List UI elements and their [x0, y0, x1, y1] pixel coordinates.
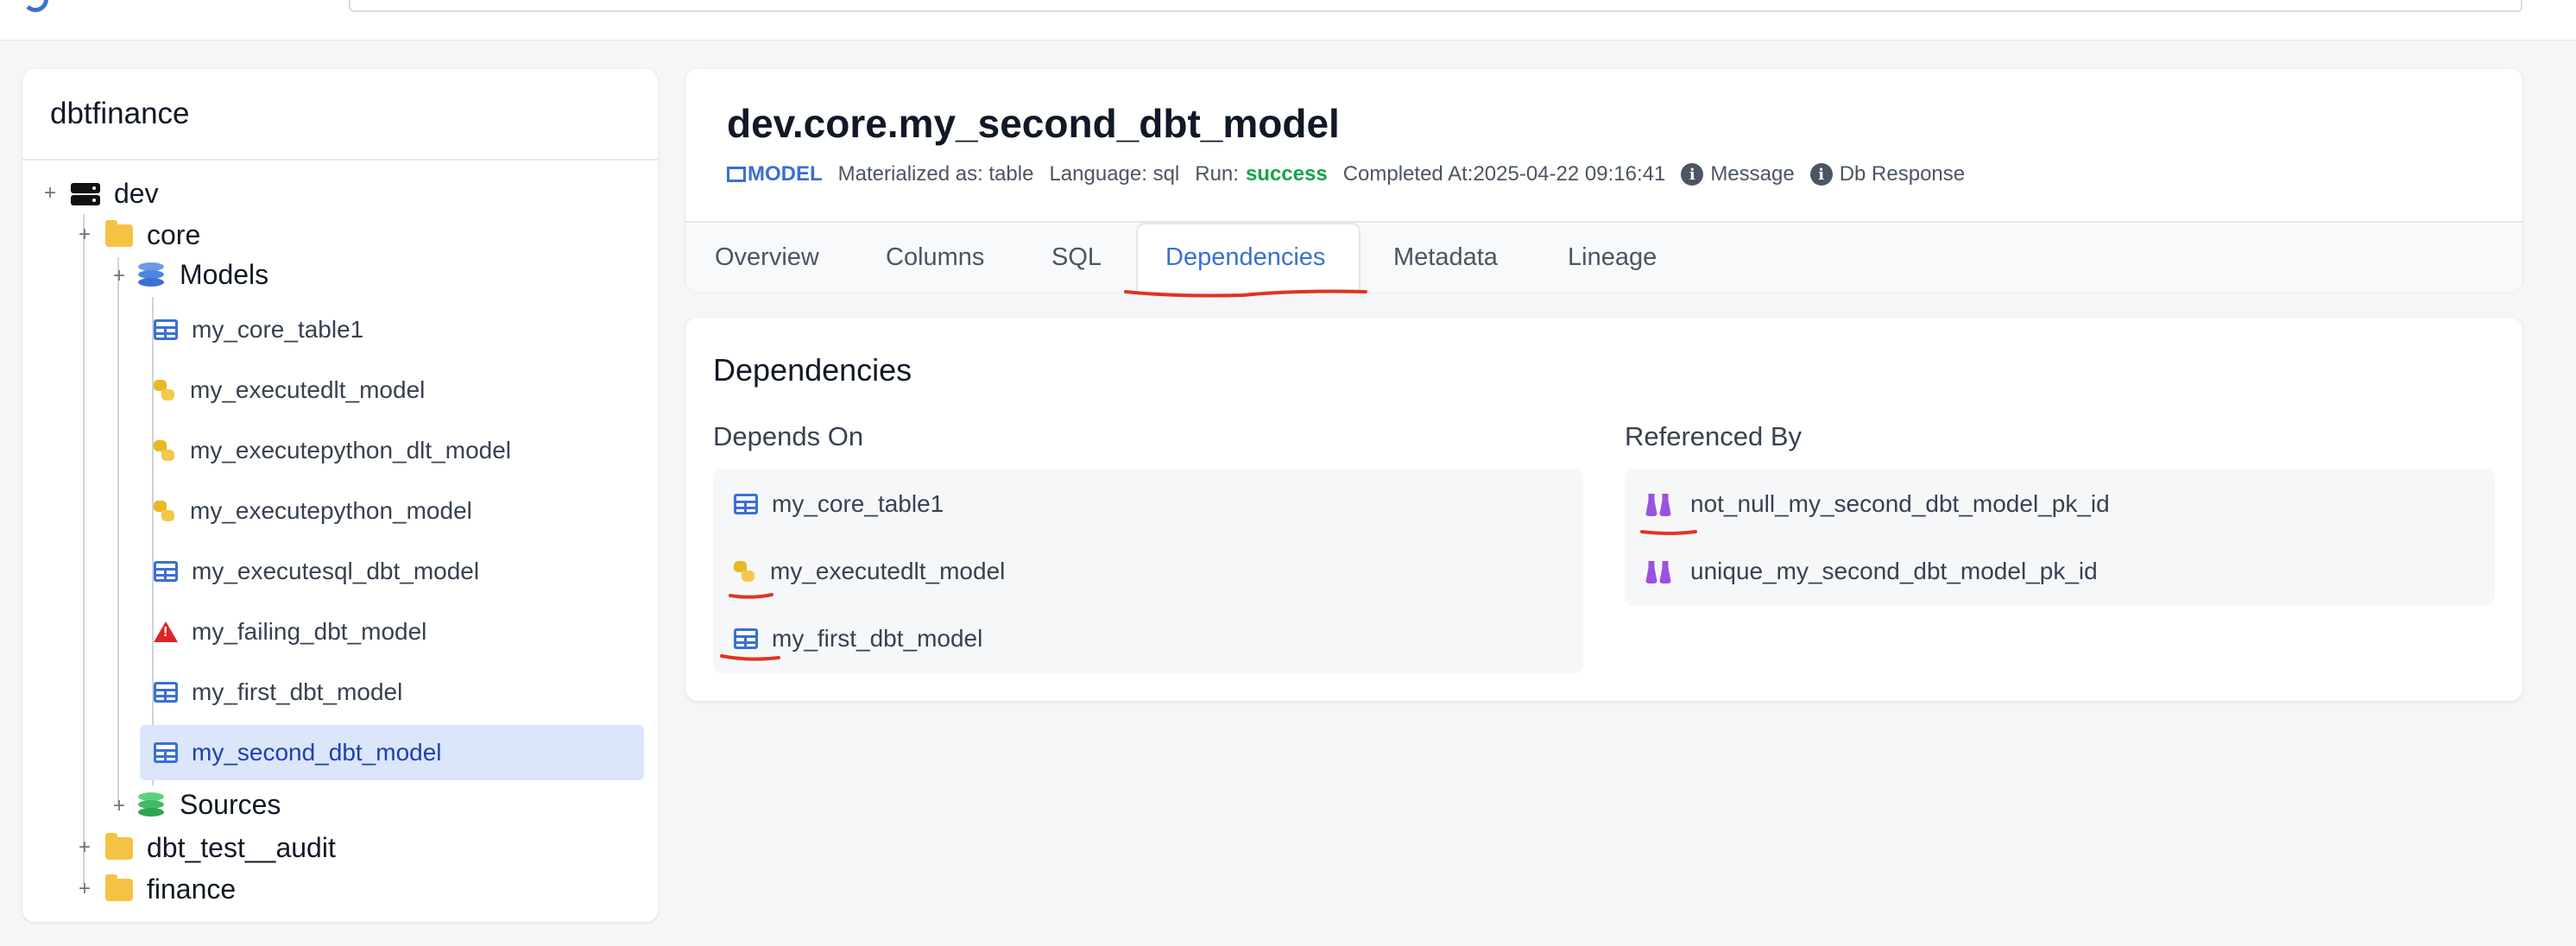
tab-dependencies[interactable]: Dependencies [1165, 243, 1325, 272]
tree-node-label: dev [114, 178, 159, 209]
table-icon [727, 167, 746, 182]
top-bar [0, 0, 2576, 41]
reference-label: unique_my_second_dbt_model_pk_id [1690, 558, 2098, 584]
project-title: dbtfinance [50, 97, 190, 130]
expand-finance-icon[interactable]: + [76, 877, 93, 901]
sidebar-item-label: my_failing_dbt_model [192, 618, 427, 645]
tree-node-label: Models [180, 259, 269, 290]
reference-item[interactable]: not_null_my_second_dbt_model_pk_id [1645, 490, 2110, 518]
app-logo-icon [22, 0, 48, 12]
sidebar-divider [22, 159, 658, 161]
info-icon[interactable]: i [1809, 163, 1833, 186]
tab-columns[interactable]: Columns [886, 243, 984, 272]
warning-icon: ! [154, 621, 178, 642]
tree-node-label: dbt_test__audit [147, 832, 336, 863]
sidebar-item-my-second-dbt-model[interactable]: my_second_dbt_model [154, 739, 442, 766]
tab-sql[interactable]: SQL [1051, 243, 1102, 272]
sidebar-item-label: my_second_dbt_model [192, 739, 442, 766]
python-icon [154, 501, 174, 521]
dependencies-title: Dependencies [713, 352, 912, 388]
sidebar-item-label: my_executepython_model [190, 497, 472, 524]
expand-core-icon[interactable]: + [76, 223, 93, 247]
search-input[interactable] [349, 0, 2522, 12]
referenced-by-title: Referenced By [1625, 421, 1803, 451]
sidebar-item-my-failing-dbt-model[interactable]: ! my_failing_dbt_model [154, 618, 426, 646]
language-label: Language: sql [1049, 162, 1180, 186]
folder-icon [105, 873, 133, 901]
sidebar-item-my-executepython-dlt-model[interactable]: my_executepython_dlt_model [154, 437, 511, 464]
model-meta-row: MODEL Materialized as: table Language: s… [727, 162, 1965, 186]
db-response-link[interactable]: Db Response [1840, 162, 1965, 186]
page-title: dev.core.my_second_dbt_model [727, 101, 1340, 146]
dependency-item[interactable]: my_first_dbt_model [734, 625, 982, 653]
info-icon[interactable]: i [1681, 163, 1704, 186]
dependency-item[interactable]: my_core_table1 [734, 490, 944, 518]
tree-guide-line [83, 214, 85, 884]
test-flask-icon [1645, 559, 1673, 583]
sidebar-item-my-core-table1[interactable]: my_core_table1 [154, 316, 363, 344]
table-icon [154, 561, 178, 582]
expand-models-icon[interactable]: + [110, 264, 128, 288]
reference-item[interactable]: unique_my_second_dbt_model_pk_id [1645, 558, 2098, 585]
folder-icon [105, 219, 133, 247]
tree-node-dbt-test-audit[interactable]: dbt_test__audit [105, 832, 336, 864]
sidebar-item-my-executesql-dbt-model[interactable]: my_executesql_dbt_model [154, 558, 479, 585]
test-flask-icon [1645, 492, 1673, 516]
python-icon [154, 440, 174, 461]
table-icon [154, 682, 178, 703]
sidebar-item-my-executedlt-model[interactable]: my_executedlt_model [154, 376, 425, 404]
table-icon [734, 494, 758, 514]
tree-node-finance[interactable]: finance [105, 873, 236, 905]
database-server-icon [71, 181, 100, 207]
expand-dev-icon[interactable]: + [41, 181, 59, 205]
tree-node-label: Sources [180, 789, 281, 820]
dependency-label: my_first_dbt_model [772, 625, 983, 652]
table-icon [154, 742, 178, 763]
sources-database-icon [138, 791, 167, 818]
models-database-icon [138, 262, 167, 288]
materialized-label: Materialized as: table [837, 162, 1034, 186]
sidebar-item-label: my_first_dbt_model [192, 678, 403, 705]
message-link[interactable]: Message [1710, 162, 1794, 186]
tree-node-label: finance [147, 873, 237, 905]
tree-node-core[interactable]: core [105, 219, 200, 251]
tree-node-sources[interactable]: Sources [138, 789, 281, 821]
run-status-badge: success [1245, 162, 1328, 186]
table-icon [734, 628, 758, 649]
tree-guide-line [117, 257, 119, 806]
model-type-label: MODEL [748, 162, 823, 186]
tree-node-label: core [147, 219, 201, 250]
sidebar-item-label: my_executesql_dbt_model [192, 558, 480, 584]
sidebar-item-my-executepython-model[interactable]: my_executepython_model [154, 497, 472, 525]
table-icon [154, 319, 178, 340]
python-icon [734, 561, 754, 582]
depends-on-title: Depends On [713, 421, 864, 451]
dependency-label: my_core_table1 [772, 490, 944, 517]
sidebar-item-label: my_core_table1 [192, 316, 364, 343]
dependency-item[interactable]: my_executedlt_model [734, 558, 1005, 585]
tab-metadata[interactable]: Metadata [1393, 243, 1498, 272]
sidebar-item-label: my_executedlt_model [190, 376, 426, 403]
tab-overview[interactable]: Overview [715, 243, 819, 272]
sidebar-item-my-first-dbt-model[interactable]: my_first_dbt_model [154, 678, 402, 706]
expand-dbt-test-audit-icon[interactable]: + [76, 836, 93, 860]
expand-sources-icon[interactable]: + [110, 794, 128, 818]
model-type-badge: MODEL [727, 162, 823, 186]
completed-at-label: Completed At:2025-04-22 09:16:41 [1342, 162, 1666, 186]
dependency-label: my_executedlt_model [770, 558, 1006, 584]
tree-guide-line [152, 297, 154, 785]
run-label: Run: [1195, 162, 1239, 186]
reference-label: not_null_my_second_dbt_model_pk_id [1690, 490, 2110, 517]
folder-icon [105, 832, 133, 860]
sidebar-item-label: my_executepython_dlt_model [190, 437, 512, 464]
python-icon [154, 380, 174, 400]
tree-node-dev[interactable]: dev [71, 178, 159, 210]
tree-node-models[interactable]: Models [138, 259, 268, 291]
tab-lineage[interactable]: Lineage [1568, 243, 1657, 272]
